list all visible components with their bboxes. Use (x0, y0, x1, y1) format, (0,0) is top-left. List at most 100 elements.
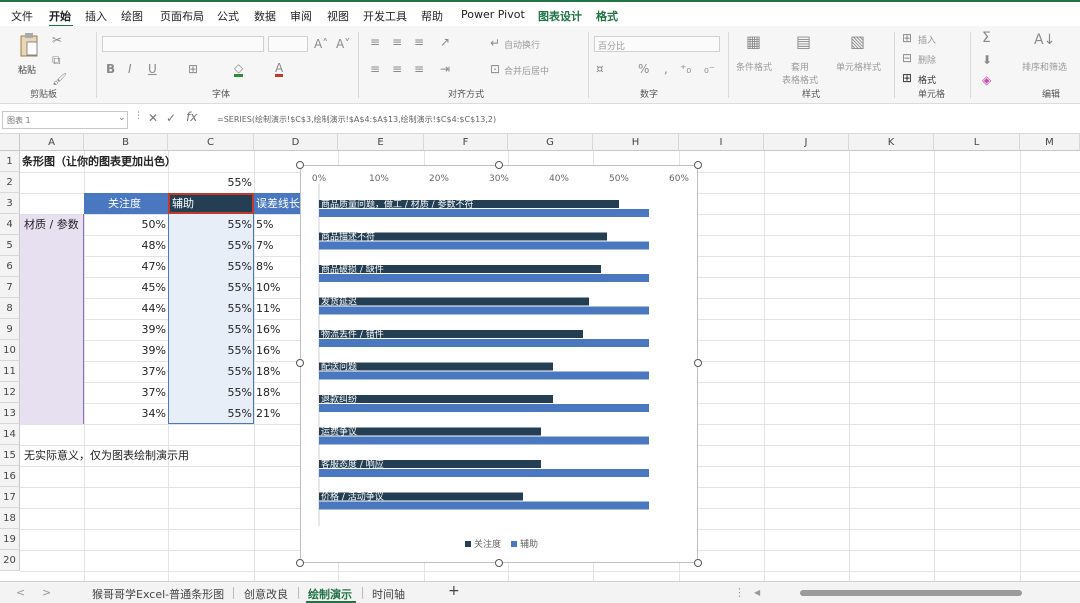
column-header[interactable]: J (764, 134, 849, 151)
name-box-dropdown-icon[interactable]: ⌄ (118, 113, 126, 123)
formula-input[interactable]: =SERIES(绘制演示!$C$3,绘制演示!$A$4:$A$13,绘制演示!$… (217, 114, 496, 125)
tab-scroll-right-icon[interactable]: > (42, 586, 51, 599)
cell-error-value[interactable]: 7% (256, 235, 273, 256)
border-icon[interactable]: ⊞ (188, 63, 198, 75)
cell-helper-value[interactable]: 55% (168, 319, 252, 340)
column-header[interactable]: C (168, 134, 254, 151)
insert-cells-icon[interactable]: ⊞ (902, 32, 912, 44)
font-name-combo[interactable] (102, 36, 264, 52)
copy-icon[interactable]: ⧉ (52, 54, 61, 66)
align-left-icon[interactable]: ≡ (370, 63, 380, 75)
sigma-icon[interactable]: Σ (982, 31, 991, 45)
cell-helper-value[interactable]: 55% (168, 298, 252, 319)
cell-helper-value[interactable]: 55% (168, 214, 252, 235)
cell-attention-value[interactable]: 39% (84, 340, 166, 361)
cell-helper-value[interactable]: 55% (168, 403, 252, 424)
tab-sheet-2[interactable]: 创意改良 (244, 586, 288, 602)
cell-attention-value[interactable]: 47% (84, 256, 166, 277)
table-format-button[interactable]: 套用 表格格式 (782, 60, 818, 86)
header-attention[interactable]: 关注度 (108, 193, 141, 214)
italic-icon[interactable]: I (128, 63, 132, 75)
row-header[interactable]: 4 (0, 214, 20, 235)
row-header[interactable]: 11 (0, 361, 20, 382)
menu-item[interactable]: 图表设计 (538, 8, 582, 24)
menu-item[interactable]: 数据 (254, 8, 276, 24)
cut-icon[interactable]: ✂ (52, 34, 62, 46)
cell-helper-value[interactable]: 55% (168, 256, 252, 277)
name-box[interactable]: 图表 1 (2, 111, 128, 129)
indent-icon[interactable]: ⇥ (440, 63, 450, 75)
menu-item[interactable]: 帮助 (421, 8, 443, 24)
wrap-text-icon[interactable]: ↵ (490, 37, 500, 49)
tab-sheet-4[interactable]: 时间轴 (372, 586, 405, 602)
resize-handle[interactable] (296, 359, 304, 367)
menu-item[interactable]: 开始 (49, 8, 71, 24)
tab-sheet-1[interactable]: 猴哥哥学Excel-普通条形图 (92, 586, 224, 602)
row-header[interactable]: 16 (0, 466, 20, 487)
row-header[interactable]: 8 (0, 298, 20, 319)
row-header[interactable]: 17 (0, 487, 20, 508)
row-header[interactable]: 10 (0, 340, 20, 361)
paste-button[interactable]: 粘贴 (18, 32, 44, 86)
merge-center-button[interactable]: 合并后居中 (504, 64, 549, 77)
cell-style-icon[interactable]: ▧ (850, 34, 865, 50)
cell-error-value[interactable]: 18% (256, 382, 280, 403)
cell-attention-value[interactable]: 39% (84, 319, 166, 340)
menu-item[interactable]: 页面布局 (160, 8, 204, 24)
align-middle-icon[interactable]: ≡ (392, 36, 402, 48)
column-header[interactable]: I (679, 134, 764, 151)
resize-handle[interactable] (694, 559, 702, 567)
column-header[interactable]: G (508, 134, 593, 151)
cell-attention-value[interactable]: 37% (84, 382, 166, 403)
enter-icon[interactable]: ✓ (166, 111, 176, 125)
cell-attention-value[interactable]: 44% (84, 298, 166, 319)
sort-filter-button[interactable]: 排序和筛选 (1022, 60, 1067, 73)
horizontal-scrollbar[interactable] (800, 590, 1022, 596)
cancel-icon[interactable]: ✕ (148, 111, 158, 125)
column-header[interactable]: L (934, 134, 1020, 151)
column-header[interactable]: F (424, 134, 508, 151)
table-format-icon[interactable]: ▤ (796, 34, 811, 50)
row-header[interactable]: 15 (0, 445, 20, 466)
cell-helper-value[interactable]: 55% (168, 277, 252, 298)
cell-a4[interactable]: 材质 / 参数 (24, 214, 79, 235)
menu-item[interactable]: 绘图 (121, 8, 143, 24)
cell-c2[interactable]: 55% (168, 172, 252, 193)
tab-options-icon[interactable]: ⋮ (734, 586, 745, 599)
font-size-combo[interactable] (268, 36, 308, 52)
header-error-bar[interactable]: 误差线长度 (256, 193, 300, 214)
cell-attention-value[interactable]: 48% (84, 235, 166, 256)
row-header[interactable]: 1 (0, 151, 20, 172)
insert-cells-button[interactable]: 插入 (918, 33, 936, 46)
align-center-icon[interactable]: ≡ (392, 63, 402, 75)
column-header[interactable]: M (1020, 134, 1080, 151)
row-header[interactable]: 13 (0, 403, 20, 424)
function-icon[interactable]: fx (186, 110, 197, 124)
clear-icon[interactable]: ◈ (982, 74, 991, 86)
row-header[interactable]: 9 (0, 319, 20, 340)
header-helper[interactable]: 辅助 (172, 193, 194, 214)
cell-error-value[interactable]: 5% (256, 214, 273, 235)
cell-error-value[interactable]: 16% (256, 340, 280, 361)
cell-helper-value[interactable]: 55% (168, 382, 252, 403)
format-cells-icon[interactable]: ⊞ (902, 72, 912, 84)
underline-icon[interactable]: U (148, 63, 157, 75)
add-sheet-button[interactable]: + (448, 583, 460, 599)
cell-helper-value[interactable]: 55% (168, 361, 252, 382)
menu-item[interactable]: Power Pivot (461, 8, 525, 21)
tab-sheet-active[interactable]: 绘制演示 (308, 586, 352, 602)
resize-handle[interactable] (296, 559, 304, 567)
resize-handle[interactable] (694, 359, 702, 367)
menu-item[interactable]: 插入 (85, 8, 107, 24)
select-all-corner[interactable] (0, 134, 20, 151)
hscroll-left-icon[interactable]: ◀ (754, 588, 760, 597)
column-header[interactable]: A (20, 134, 84, 151)
menu-item[interactable]: 审阅 (290, 8, 312, 24)
chart-area[interactable]: 0% 10% 20% 30% 40% 50% 60% 商品质量问题，做工 / 材质 / 参数不… (300, 165, 698, 563)
number-format-combo[interactable]: 百分比 (594, 36, 720, 52)
delete-cells-button[interactable]: 删除 (918, 53, 936, 66)
shrink-font-icon[interactable]: A˅ (336, 38, 350, 50)
row-header[interactable]: 12 (0, 382, 20, 403)
cell-attention-value[interactable]: 34% (84, 403, 166, 424)
wrap-text-button[interactable]: 自动换行 (504, 38, 540, 51)
